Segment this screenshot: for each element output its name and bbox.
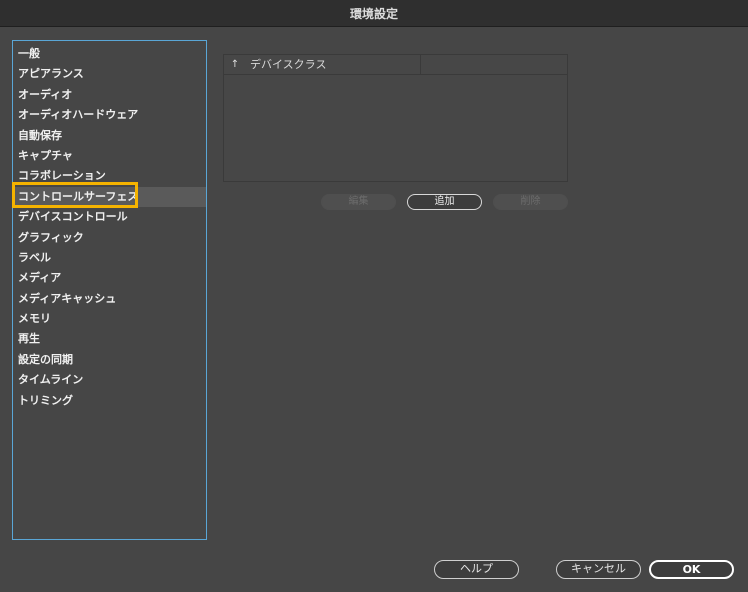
sidebar-item[interactable]: 再生 (13, 329, 206, 349)
sidebar-item[interactable]: トリミング (13, 391, 206, 411)
table-header: ↑ デバイスクラス (224, 55, 567, 75)
sidebar-item[interactable]: キャプチャ (13, 146, 206, 166)
ok-button[interactable]: OK (649, 560, 734, 579)
sidebar-item[interactable]: コントロールサーフェス (13, 186, 206, 208)
preferences-category-list[interactable]: 一般 アピアランス オーディオ オーディオハードウェア 自動保存 キャプチャ コラボレーショ… (12, 40, 207, 540)
sidebar-item[interactable]: アピアランス (13, 64, 206, 84)
cancel-button[interactable]: キャンセル (556, 560, 641, 579)
delete-button[interactable]: 削除 (493, 194, 568, 210)
sidebar-item[interactable]: オーディオ (13, 85, 206, 105)
sidebar-item[interactable]: メモリ (13, 309, 206, 329)
sidebar-item[interactable]: 一般 (13, 44, 206, 64)
sidebar-item[interactable]: ラベル (13, 248, 206, 268)
add-button[interactable]: 追加 (407, 194, 482, 210)
sidebar-item[interactable]: デバイスコントロール (13, 207, 206, 227)
sidebar-item[interactable]: タイムライン (13, 370, 206, 390)
sidebar-item[interactable]: 設定の同期 (13, 350, 206, 370)
arrow-up-icon[interactable]: ↑ (224, 59, 246, 70)
sidebar-item[interactable]: 自動保存 (13, 126, 206, 146)
sidebar-item[interactable]: オーディオハードウェア (13, 105, 206, 125)
device-class-table[interactable]: ↑ デバイスクラス (223, 54, 568, 182)
sidebar-item[interactable]: グラフィック (13, 228, 206, 248)
category-list: 一般 アピアランス オーディオ オーディオハードウェア 自動保存 キャプチャ コラボレーショ… (13, 41, 206, 411)
sidebar-item[interactable]: コラボレーション (13, 166, 206, 186)
sidebar-item[interactable]: メディア (13, 268, 206, 288)
sidebar-item[interactable]: メディアキャッシュ (13, 289, 206, 309)
window-titlebar: 環境設定 (0, 0, 748, 27)
window-title: 環境設定 (349, 6, 398, 21)
column-header-device-class[interactable]: デバイスクラス (246, 55, 421, 74)
help-button[interactable]: ヘルプ (434, 560, 519, 579)
edit-button[interactable]: 編集 (321, 194, 396, 210)
